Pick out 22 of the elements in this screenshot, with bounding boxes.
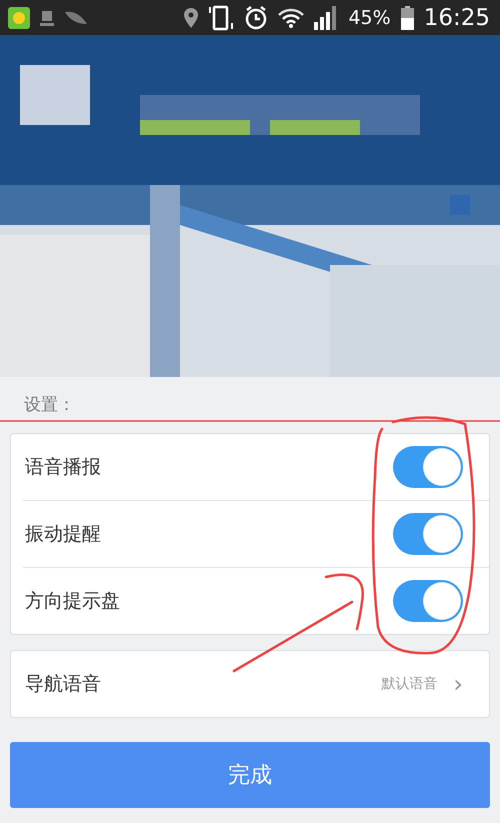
toggle-switch[interactable]	[393, 513, 463, 555]
vibrate-icon	[208, 4, 234, 30]
nav-voice-row[interactable]: 导航语音 默认语音 ›	[10, 650, 490, 718]
battery-percentage: 45%	[348, 6, 391, 28]
app-icon	[8, 6, 30, 28]
setting-label: 导航语音	[25, 672, 102, 697]
alarm-icon	[244, 6, 268, 30]
notification-icon	[40, 8, 54, 26]
signal-icon	[314, 6, 338, 30]
chevron-icon: ›	[453, 670, 463, 698]
settings-title: 设置：	[24, 394, 75, 416]
leaf-icon	[64, 10, 88, 26]
wifi-icon	[278, 8, 304, 28]
location-icon	[184, 8, 198, 28]
clock-time: 16:25	[424, 4, 490, 30]
setting-label: 方向提示盘	[25, 589, 121, 614]
toggle-switch[interactable]	[393, 446, 463, 488]
setting-value: 默认语音	[381, 675, 438, 693]
setting-label: 语音播报	[25, 455, 102, 480]
setting-label: 振动提醒	[25, 522, 102, 547]
toggle-switch[interactable]	[393, 580, 463, 622]
battery-icon	[400, 6, 414, 30]
